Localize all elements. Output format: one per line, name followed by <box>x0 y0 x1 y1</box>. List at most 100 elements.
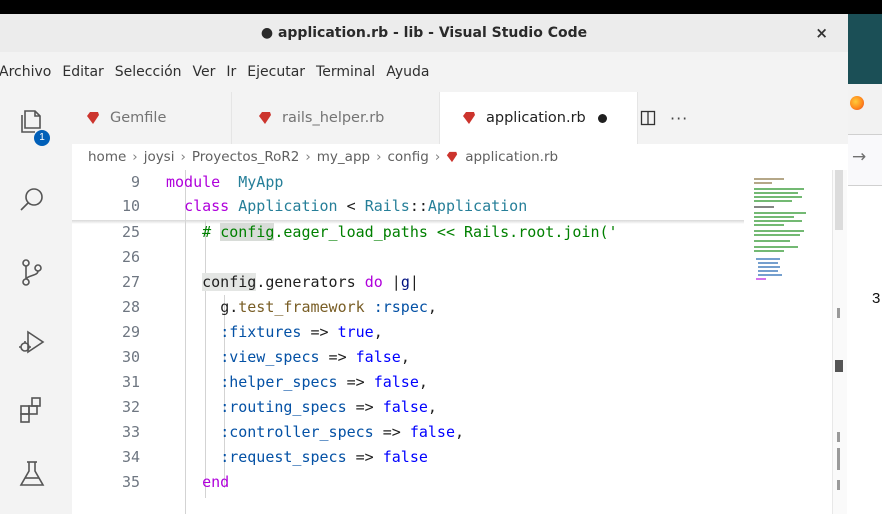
minimap-line <box>754 212 806 214</box>
menu-ayuda[interactable]: Ayuda <box>379 64 433 80</box>
vertical-scrollbar[interactable] <box>832 170 847 514</box>
scrollbar-cursor-marker <box>835 360 843 372</box>
scrollbar-marker <box>837 480 840 490</box>
ruby-file-icon <box>463 112 475 124</box>
line-number: 31 <box>121 373 140 391</box>
code-line[interactable]: 33 :controller_specs => false, <box>72 420 744 444</box>
scrollbar-marker <box>837 308 840 318</box>
code-text: config.generators do |g| <box>202 273 419 291</box>
breadcrumb-file[interactable]: application.rb <box>465 149 558 165</box>
code-line[interactable]: 9 module MyApp <box>72 170 744 194</box>
code-line[interactable]: 26 <box>72 245 744 269</box>
code-line[interactable]: 30 :view_specs => false, <box>72 345 744 369</box>
menu-ir[interactable]: Ir <box>219 64 240 80</box>
menu-ver[interactable]: Ver <box>186 64 220 80</box>
minimap-line <box>754 200 792 202</box>
breadcrumb-proyectos[interactable]: Proyectos_RoR2 <box>192 149 299 165</box>
minimap-line <box>754 250 784 252</box>
breadcrumb-separator: › <box>132 149 138 165</box>
code-line[interactable]: 10 class Application < Rails::Applicatio… <box>72 194 744 218</box>
forward-arrow-icon[interactable]: → <box>852 147 866 167</box>
line-number: 34 <box>121 448 140 466</box>
code-text: :routing_specs => false, <box>220 398 437 416</box>
line-number: 26 <box>121 248 140 266</box>
breadcrumb-joysi[interactable]: joysi <box>144 149 175 165</box>
close-icon[interactable]: × <box>815 24 828 42</box>
line-number: 10 <box>121 197 140 215</box>
code-line[interactable]: 29 :fixtures => true, <box>72 320 744 344</box>
code-line[interactable]: 34 :request_specs => false <box>72 445 744 469</box>
tab-label: rails_helper.rb <box>282 110 385 126</box>
minimap-line <box>754 216 794 218</box>
breadcrumb-config[interactable]: config <box>388 149 429 165</box>
search-icon[interactable] <box>16 184 48 216</box>
testing-icon[interactable] <box>16 458 48 490</box>
menu-bar: Archivo Editar Selección Ver Ir Ejecutar… <box>0 52 848 92</box>
run-debug-icon[interactable] <box>16 326 48 358</box>
code-text: :controller_specs => false, <box>220 423 465 441</box>
menu-terminal[interactable]: Terminal <box>309 64 379 80</box>
extensions-icon[interactable] <box>16 394 48 426</box>
minimap-line <box>754 178 784 180</box>
desktop-top-bar <box>0 0 882 14</box>
code-line[interactable]: 31 :helper_specs => false, <box>72 370 744 394</box>
minimap-line <box>754 192 798 194</box>
minimap-line <box>754 230 804 232</box>
firefox-icon[interactable] <box>850 96 864 110</box>
code-editor[interactable]: 9 module MyApp 10 class Application < Rail… <box>72 170 744 514</box>
breadcrumb: home › joysi › Proyectos_RoR2 › my_app ›… <box>72 144 772 170</box>
minimap-line <box>754 220 802 222</box>
scrollbar-marker <box>837 432 840 442</box>
line-number: 25 <box>121 223 140 241</box>
minimap-line <box>754 182 772 184</box>
tab-gemfile[interactable]: Gemfile <box>72 92 232 144</box>
background-browser-tabbar <box>848 84 882 135</box>
code-text: :request_specs => false <box>220 448 428 466</box>
minimap[interactable] <box>752 170 832 514</box>
code-line[interactable]: 28 g.test_framework :rspec, <box>72 295 744 319</box>
tab-application[interactable]: application.rb <box>440 92 638 144</box>
minimap-line <box>754 196 802 198</box>
more-actions-icon[interactable]: ··· <box>670 109 688 128</box>
code-line[interactable]: 32 :routing_specs => false, <box>72 395 744 419</box>
minimap-line <box>758 274 782 276</box>
line-number: 9 <box>130 173 140 191</box>
code-text: # config.eager_load_paths << Rails.root.… <box>202 223 618 241</box>
breadcrumb-my-app[interactable]: my_app <box>317 149 370 165</box>
vscode-window: ● application.rb - lib - Visual Studio C… <box>0 14 848 514</box>
source-control-icon[interactable] <box>16 256 48 288</box>
scrollbar-marker <box>837 448 840 470</box>
tab-bar: Gemfile rails_helper.rb application.rb ·… <box>72 92 848 144</box>
line-number: 35 <box>121 473 140 491</box>
code-text: :view_specs => false, <box>220 348 410 366</box>
line-number: 27 <box>121 273 140 291</box>
minimap-line <box>756 258 780 260</box>
code-text: g.test_framework :rspec, <box>220 298 437 316</box>
activity-bar: 1 <box>0 92 72 514</box>
line-number: 30 <box>121 348 140 366</box>
code-line[interactable]: 35 end <box>72 470 744 494</box>
line-number: 29 <box>121 323 140 341</box>
minimap-line <box>754 206 774 208</box>
code-text: module MyApp <box>166 173 284 191</box>
explorer-icon[interactable]: 1 <box>16 106 50 146</box>
minimap-line <box>754 224 784 226</box>
code-line[interactable]: 27 config.generators do |g| <box>72 270 744 294</box>
code-text: class Application < Rails::Application <box>184 197 528 215</box>
minimap-line <box>754 240 790 242</box>
ruby-file-icon <box>447 151 458 163</box>
menu-seleccion[interactable]: Selección <box>108 64 186 80</box>
tab-rails-helper[interactable]: rails_helper.rb <box>232 92 440 144</box>
minimap-line <box>756 278 766 280</box>
menu-archivo[interactable]: Archivo <box>0 64 55 80</box>
code-text: :helper_specs => false, <box>220 373 428 391</box>
unsaved-dot-icon[interactable] <box>597 113 607 123</box>
code-line[interactable]: 25 # config.eager_load_paths << Rails.ro… <box>72 220 744 244</box>
split-editor-icon[interactable] <box>640 110 656 126</box>
menu-ejecutar[interactable]: Ejecutar <box>240 64 309 80</box>
breadcrumb-separator: › <box>305 149 311 165</box>
scrollbar-thumb[interactable] <box>835 170 843 230</box>
editor-actions: ··· <box>640 92 688 144</box>
menu-editar[interactable]: Editar <box>55 64 107 80</box>
breadcrumb-home[interactable]: home <box>88 149 126 165</box>
